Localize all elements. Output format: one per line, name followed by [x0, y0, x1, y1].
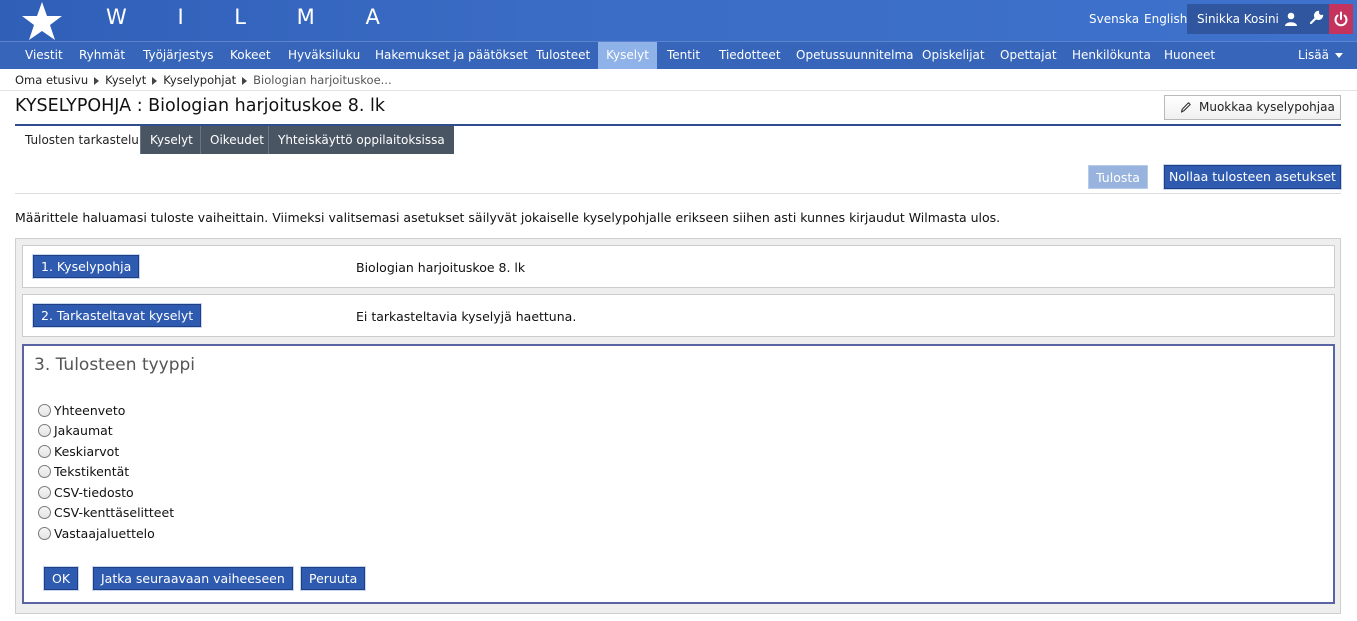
user-name: Sinikka Kosini — [1197, 12, 1279, 26]
nav-item-tyojarjestys[interactable]: Työjärjestys — [135, 42, 222, 69]
step-2-panel: 2. Tarkasteltavat kyselyt Ei tarkastelta… — [22, 294, 1335, 337]
breadcrumb-link-kyselypohjat[interactable]: Kyselypohjat — [163, 73, 236, 87]
breadcrumb-link-kyselyt[interactable]: Kyselyt — [105, 73, 146, 87]
tab-tulosten-tarkastelu[interactable]: Tulosten tarkastelu — [16, 126, 148, 154]
top-header: W I L M A Svenska English Sinikka Kosini — [0, 0, 1357, 41]
ok-button[interactable]: OK — [42, 566, 80, 591]
main-navigation: Viestit Ryhmät Työjärjestys Kokeet Hyväk… — [0, 41, 1357, 69]
option-label: CSV-kenttäselitteet — [54, 505, 175, 520]
step-1-panel: 1. Kyselypohja Biologian harjoituskoe 8.… — [22, 245, 1335, 288]
nav-item-kyselyt[interactable]: Kyselyt — [598, 42, 657, 69]
radio-csv-kenttaselitteet[interactable] — [38, 506, 51, 519]
brand-name: W I L M A — [106, 5, 402, 29]
power-icon — [1334, 11, 1348, 27]
nav-item-henkilokunta[interactable]: Henkilökunta — [1064, 42, 1159, 69]
logout-button[interactable] — [1329, 4, 1353, 34]
user-icon — [1285, 12, 1297, 26]
page-title: KYSELYPOHJA : Biologian harjoituskoe 8. … — [15, 96, 385, 116]
edit-template-button[interactable]: Muokkaa kyselypohjaa — [1164, 95, 1341, 120]
print-button[interactable]: Tulosta — [1088, 165, 1148, 189]
chevron-down-icon — [1335, 53, 1343, 58]
option-label: Tekstikentät — [54, 464, 130, 479]
breadcrumb-current: Biologian harjoituskoe... — [253, 73, 392, 87]
nav-item-hyvaksiluku[interactable]: Hyväksiluku — [280, 42, 368, 69]
print-wizard: 1. Kyselypohja Biologian harjoituskoe 8.… — [15, 238, 1341, 614]
continue-next-step-button[interactable]: Jatka seuraavaan vaiheeseen — [92, 566, 294, 591]
nav-item-kokeet[interactable]: Kokeet — [222, 42, 279, 69]
option-label: Yhteenveto — [54, 403, 126, 418]
intro-text: Määrittele haluamasi tuloste vaiheittain… — [15, 210, 1001, 225]
nav-item-huoneet[interactable]: Huoneet — [1156, 42, 1223, 69]
step-2-value: Ei tarkasteltavia kyselyjä haettuna. — [356, 309, 577, 324]
tab-oikeudet[interactable]: Oikeudet — [200, 126, 273, 154]
radio-jakaumat[interactable] — [38, 424, 51, 437]
wilma-star-logo-icon[interactable] — [20, 1, 64, 41]
nav-more-label: Lisää — [1298, 48, 1329, 62]
step-1-template-button[interactable]: 1. Kyselypohja — [31, 254, 141, 279]
nav-item-tulosteet[interactable]: Tulosteet — [528, 42, 598, 69]
nav-item-opetussuunnitelma[interactable]: Opetussuunnitelma — [788, 42, 921, 69]
breadcrumb: Oma etusivu Kyselyt Kyselypohjat Biologian … — [15, 73, 392, 87]
radio-csv-tiedosto[interactable] — [38, 486, 51, 499]
breadcrumb-link-home[interactable]: Oma etusivu — [15, 73, 88, 87]
radio-yhteenveto[interactable] — [38, 404, 51, 417]
nav-item-opiskelijat[interactable]: Opiskelijat — [914, 42, 993, 69]
nav-item-hakemukset[interactable]: Hakemukset ja päätökset — [367, 42, 536, 69]
nav-item-tiedotteet[interactable]: Tiedotteet — [711, 42, 789, 69]
option-label: Vastaajaluettelo — [54, 526, 155, 541]
nav-item-tentit[interactable]: Tentit — [659, 42, 708, 69]
step-3-panel: 3. Tulosteen tyyppi Yhteenveto Jakaumat … — [22, 344, 1335, 604]
nav-more-dropdown[interactable]: Lisää — [1298, 42, 1343, 69]
pencil-icon — [1180, 102, 1191, 113]
divider — [0, 90, 1357, 91]
language-svenska-link[interactable]: Svenska — [1089, 12, 1139, 26]
step-1-value: Biologian harjoituskoe 8. lk — [356, 260, 526, 275]
step-3-title: 3. Tulosteen tyyppi — [34, 355, 196, 375]
option-label: Jakaumat — [54, 423, 113, 438]
radio-vastaajaluettelo[interactable] — [38, 527, 51, 540]
tab-yhteiskaytto[interactable]: Yhteiskäyttö oppilaitoksissa — [268, 126, 454, 154]
chevron-right-icon — [242, 76, 248, 85]
language-english-link[interactable]: English — [1144, 12, 1187, 26]
option-label: Keskiarvot — [54, 444, 120, 459]
edit-template-label: Muokkaa kyselypohjaa — [1199, 100, 1335, 114]
wrench-settings-icon[interactable] — [1308, 10, 1324, 26]
step-2-surveys-button[interactable]: 2. Tarkasteltavat kyselyt — [31, 303, 203, 328]
nav-item-opettajat[interactable]: Opettajat — [992, 42, 1065, 69]
option-label: CSV-tiedosto — [54, 485, 134, 500]
tab-kyselyt[interactable]: Kyselyt — [140, 126, 202, 154]
radio-tekstikentat[interactable] — [38, 465, 51, 478]
chevron-right-icon — [94, 76, 100, 85]
radio-keskiarvot[interactable] — [38, 445, 51, 458]
chevron-right-icon — [152, 76, 158, 85]
nav-item-ryhmat[interactable]: Ryhmät — [71, 42, 133, 69]
cancel-button[interactable]: Peruuta — [299, 566, 367, 591]
reset-print-settings-button[interactable]: Nollaa tulosteen asetukset — [1163, 164, 1342, 190]
nav-item-viestit[interactable]: Viestit — [17, 42, 71, 69]
divider — [15, 193, 1341, 194]
